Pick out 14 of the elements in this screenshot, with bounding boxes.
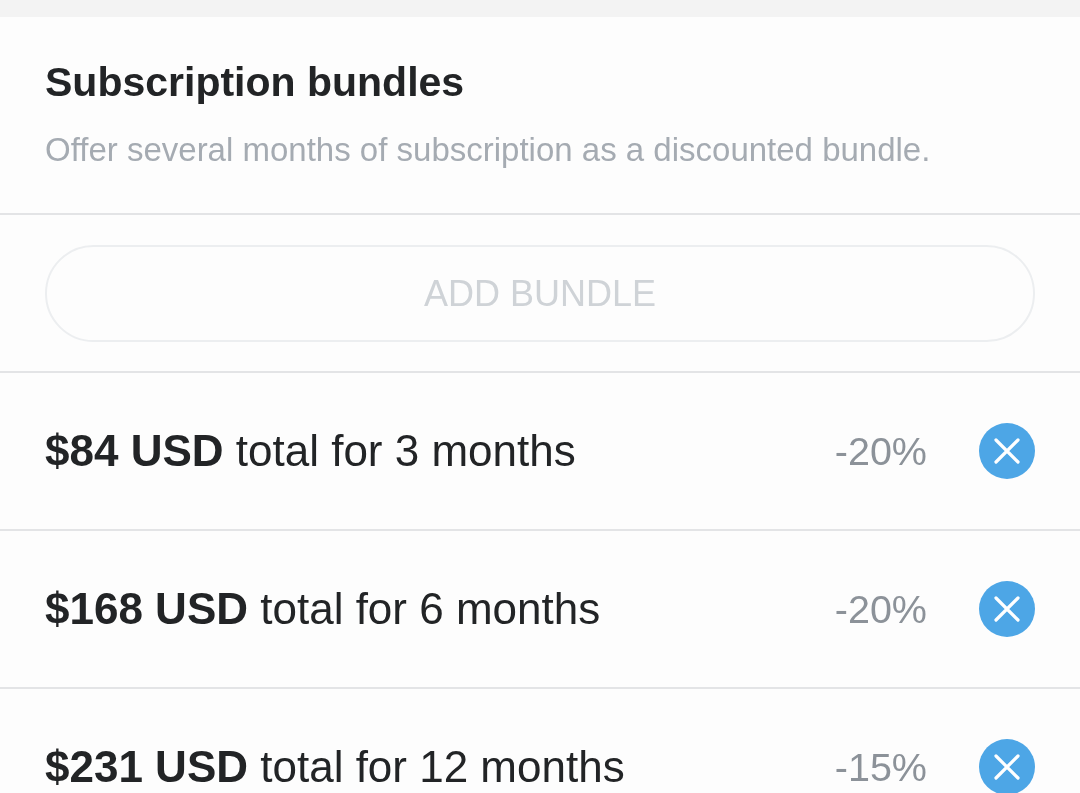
section-description: Offer several months of subscription as a discounted bundle.	[45, 130, 932, 170]
close-icon	[979, 581, 1035, 637]
discount-label: -15%	[834, 744, 927, 791]
discount-label: -20%	[834, 586, 927, 633]
discount-label: -20%	[834, 428, 927, 475]
close-icon	[979, 423, 1035, 479]
bundle-summary: $231 USD total for 12 months	[45, 741, 626, 793]
remove-button[interactable]	[979, 739, 1035, 793]
close-icon	[979, 739, 1035, 793]
bundle-summary: $84 USD total for 3 months	[45, 425, 577, 477]
remove-button[interactable]	[979, 423, 1035, 479]
section-title: Subscription bundles	[45, 58, 466, 107]
bundle-summary: $168 USD total for 6 months	[45, 583, 602, 635]
remove-button[interactable]	[979, 581, 1035, 637]
